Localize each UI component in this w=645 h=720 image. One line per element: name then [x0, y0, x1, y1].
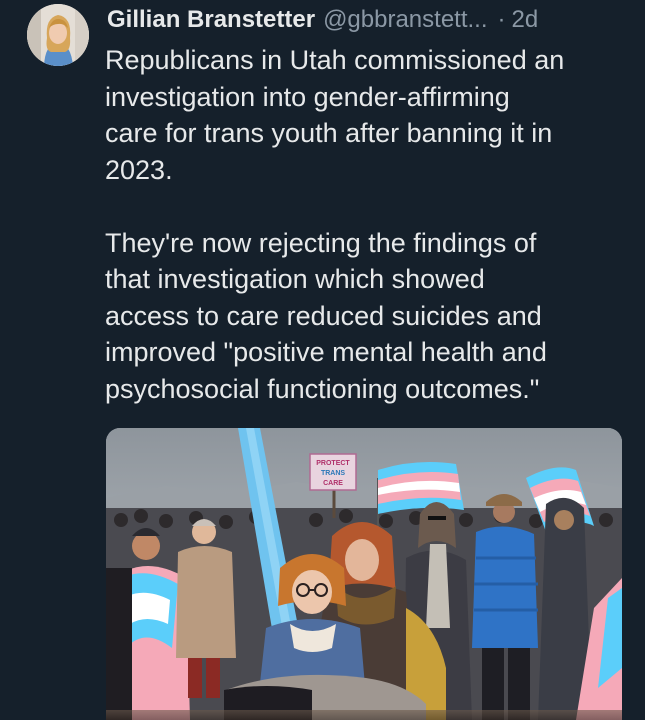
- rally-photo: PROTECT TRANS CARE: [106, 428, 622, 720]
- profile-photo-icon: [27, 4, 89, 66]
- separator-dot: ·: [497, 6, 506, 33]
- display-name[interactable]: Gillian Branstetter: [107, 4, 315, 36]
- user-handle[interactable]: @gbbranstett...: [323, 4, 487, 36]
- timestamp[interactable]: 2d: [512, 4, 539, 36]
- svg-text:TRANS: TRANS: [321, 470, 345, 477]
- tweet-header: Gillian Branstetter @gbbranstett... · 2d: [107, 2, 632, 38]
- svg-text:CARE: CARE: [323, 480, 343, 487]
- tweet-text: Republicans in Utah commissioned an inve…: [105, 45, 565, 404]
- avatar[interactable]: [27, 4, 89, 66]
- tweet[interactable]: Gillian Branstetter @gbbranstett... · 2d…: [0, 0, 645, 720]
- svg-text:PROTECT: PROTECT: [316, 460, 350, 467]
- tweet-media-image[interactable]: PROTECT TRANS CARE: [106, 428, 622, 720]
